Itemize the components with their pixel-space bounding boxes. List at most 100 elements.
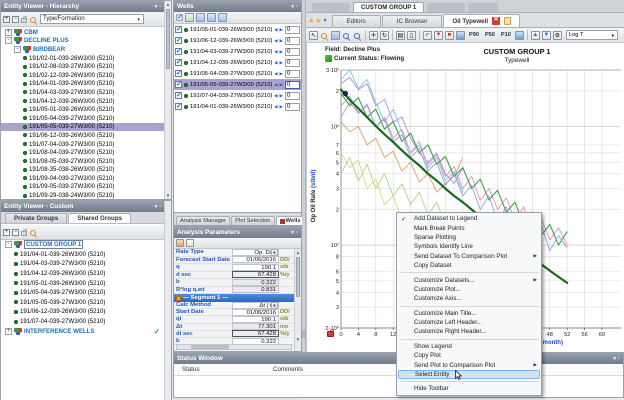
param-value[interactable]: 67.428 [232,271,279,278]
chart-icon[interactable] [456,31,465,40]
tree-row[interactable]: 191/04-12-039-26W3/00 (5210) ✓ [1,269,164,279]
star-icon[interactable]: ★ [315,17,321,25]
tree-row[interactable]: - CUSTOM GROUP 1 ✓ [1,240,164,250]
well-row[interactable]: ✓ 191/04-03-039-27W3/00 (5210) ◀ ▶ 0 [174,46,301,57]
well-row[interactable]: ✓ 191/05-01-039-26W3/00 (5210) ◀ ▶ 0 [174,24,301,35]
tree-row[interactable]: 191/05-04-039-27W3/00 (5210) ✓ [1,288,164,298]
expander-icon[interactable]: - [14,46,21,53]
zoom-icon[interactable] [321,33,327,39]
chevron-down-icon[interactable]: ▼ [271,302,278,309]
filter-down-icon[interactable]: ▼ [542,31,551,40]
panel-menu-icon[interactable]: ▾ [291,4,294,10]
lock-icon[interactable] [21,231,27,236]
context-menu-item[interactable]: ✓ Select Entity ▶ [398,370,540,379]
context-menu-item[interactable]: ✓ Customize Datasets... ▶ [397,275,541,284]
scroll-thumb[interactable] [166,9,170,69]
window-tab[interactable] [312,3,350,12]
context-menu-item[interactable]: ✓ Show Legend ▶ [397,342,541,351]
chart-highlight-icon[interactable] [515,31,524,40]
tree-row[interactable]: 191/04-03-039-27W3/00 (5210) ✓ [1,259,164,269]
tree-row[interactable]: 191/09-29-038-24W3/00 (5210) ✓ [1,191,164,199]
context-menu-item[interactable]: ✓ Sparse Plotting ▶ [397,233,541,242]
param-value[interactable]: 77.301 [232,323,279,330]
shift-value-input[interactable]: 0 [285,103,300,111]
hierarchy-tree[interactable]: + CBM ✓ - DECLINE PLUS ✓ - [1,28,164,199]
well-row[interactable]: ✓ 191/05-04-039-27W3/00 (5210) ◀ ▶ 0 [174,68,301,79]
chart-view-icon-1[interactable] [196,13,205,22]
p10-button[interactable]: P10 [499,31,513,39]
scale-dropdown[interactable]: Log T ▼ [566,30,618,40]
pin-icon[interactable]: ▫ [618,356,620,362]
shift-value-input[interactable]: 0 [285,59,300,67]
tree-row[interactable]: 191/05-05-039-27W3/00 (5210) ✓ [1,123,164,132]
step-left-icon[interactable]: ◀ [274,82,277,88]
well-row[interactable]: ✓ 191/04-01-039-26W3/00 (5210) ◀ ▶ 0 [174,101,301,112]
panel-menu-icon[interactable]: ▾ [155,204,158,210]
param-value[interactable]: 01/06/2016 [232,256,279,263]
step-right-icon[interactable]: ▶ [280,104,283,110]
context-menu-item[interactable]: ✓ Send Plot to Comparison Plot ▶ [397,360,541,369]
well-checkbox[interactable]: ✓ [175,103,182,110]
expand-all-icon[interactable]: + [3,16,10,23]
p50-button[interactable]: P50 [483,31,497,39]
tree-row[interactable]: 191/04-01-039-26W3/00 (5210) ✓ [1,80,164,89]
tree-row[interactable]: 191/09-05-039-27W3/00 (5210) ✓ [1,183,164,192]
tab-wells[interactable]: Wells [276,216,305,225]
step-right-icon[interactable]: ▶ [280,82,283,88]
pin-icon[interactable]: ▫ [159,204,161,210]
panel-menu-icon[interactable]: ▾ [613,356,616,362]
panel-menu-icon[interactable]: ▾ [155,4,158,10]
link-wells-icon[interactable] [185,13,194,22]
expander-icon[interactable]: + [5,29,12,36]
well-checkbox[interactable]: ✓ [175,26,182,33]
tree-row[interactable]: 191/02-08-039-27W3/00 (5210) ✓ [1,62,164,71]
filter-up-icon[interactable]: ▲ [531,31,540,40]
context-menu-item[interactable]: ✓ Copy Plot ▶ [397,351,541,360]
tree-row[interactable]: 191/05-04-039-27W3/00 (5210) ✓ [1,114,164,123]
print-preview-icon[interactable]: ▯ [407,31,416,40]
shift-value-input[interactable]: 0 [285,37,300,45]
zoom-box-icon[interactable] [331,31,340,40]
tree-row[interactable]: 191/08-04-039-27W3/00 (5210) ✓ [1,148,164,157]
context-menu-item[interactable]: ✓ Customize Plot... ▶ [397,285,541,294]
step-left-icon[interactable]: ◀ [274,49,277,55]
shift-value-input[interactable]: 0 [285,48,300,56]
scroll-thumb[interactable] [191,345,229,349]
window-tab-active[interactable]: CUSTOM GROUP 1 [353,2,424,12]
params-export-icon[interactable] [186,239,194,247]
well-row[interactable]: ✓ 191/06-12-039-26W3/00 (5210) ◀ ▶ 0 [174,35,301,46]
panel-menu-icon[interactable]: ▾ [291,230,294,236]
search-icon[interactable] [30,17,36,23]
well-checkbox[interactable]: ✓ [175,48,182,55]
clear-icon[interactable]: ▼ [434,31,443,40]
chart-view-icon-2[interactable] [207,13,216,22]
zoom-in-icon[interactable] [343,33,349,39]
param-row[interactable]: R²log q,wt 0.831 ▼ [174,287,294,295]
tab-ic-browser[interactable]: IC Browser [382,15,443,27]
param-value[interactable]: 67.428 [232,330,279,337]
context-menu-item[interactable]: ✓ Customize Right Header... ▶ [397,327,541,336]
context-menu-item[interactable]: ✓ Customize Left Header... ▶ [397,318,541,327]
shift-value-input[interactable]: 0 [285,92,300,100]
select-cursor-icon[interactable]: ↖ [309,31,318,40]
tree-row[interactable]: 191/05-01-039-26W3/00 (5210) ✓ [1,105,164,114]
well-row[interactable]: ✓ 191/04-12-039-26W3/00 (5210) ◀ ▶ 0 [174,57,301,68]
param-value[interactable]: 01/06/2016 [232,309,279,316]
expander-icon[interactable]: + [5,328,12,335]
tree-row[interactable]: + INTERFERENCE WELLS ✓ [1,326,164,336]
undo-icon[interactable]: ↶ [423,31,432,40]
step-left-icon[interactable]: ◀ [274,27,277,33]
tree-row[interactable]: 191/02-01-039-26W3/00 (5210) ✓ [1,54,164,63]
custom-scrollbar[interactable] [164,201,171,400]
well-row[interactable]: ✓ 191/07-04-039-27W3/00 (5210) ◀ ▶ 0 [174,90,301,101]
context-menu-item[interactable]: ✓ Symbols Identify Line ▶ [397,242,541,251]
tree-row[interactable]: 191/05-01-039-26W3/00 (5210) ✓ [1,278,164,288]
chevron-down-icon[interactable]: ▼ [323,18,328,24]
params-scrollbar[interactable]: ▲ ▼ [294,249,301,351]
params-titlebar[interactable]: Analysis Parameters ▾ ▫ [174,227,301,238]
params-grid-icon[interactable] [176,239,184,247]
tree-row[interactable]: 191/02-12-039-26W3/00 (5210) ✓ [1,71,164,80]
param-value[interactable]: 0.831 [232,286,279,293]
pin-icon[interactable]: ▫ [296,4,298,10]
tree-row[interactable]: 191/09-04-039-27W3/00 (5210) ✓ [1,174,164,183]
